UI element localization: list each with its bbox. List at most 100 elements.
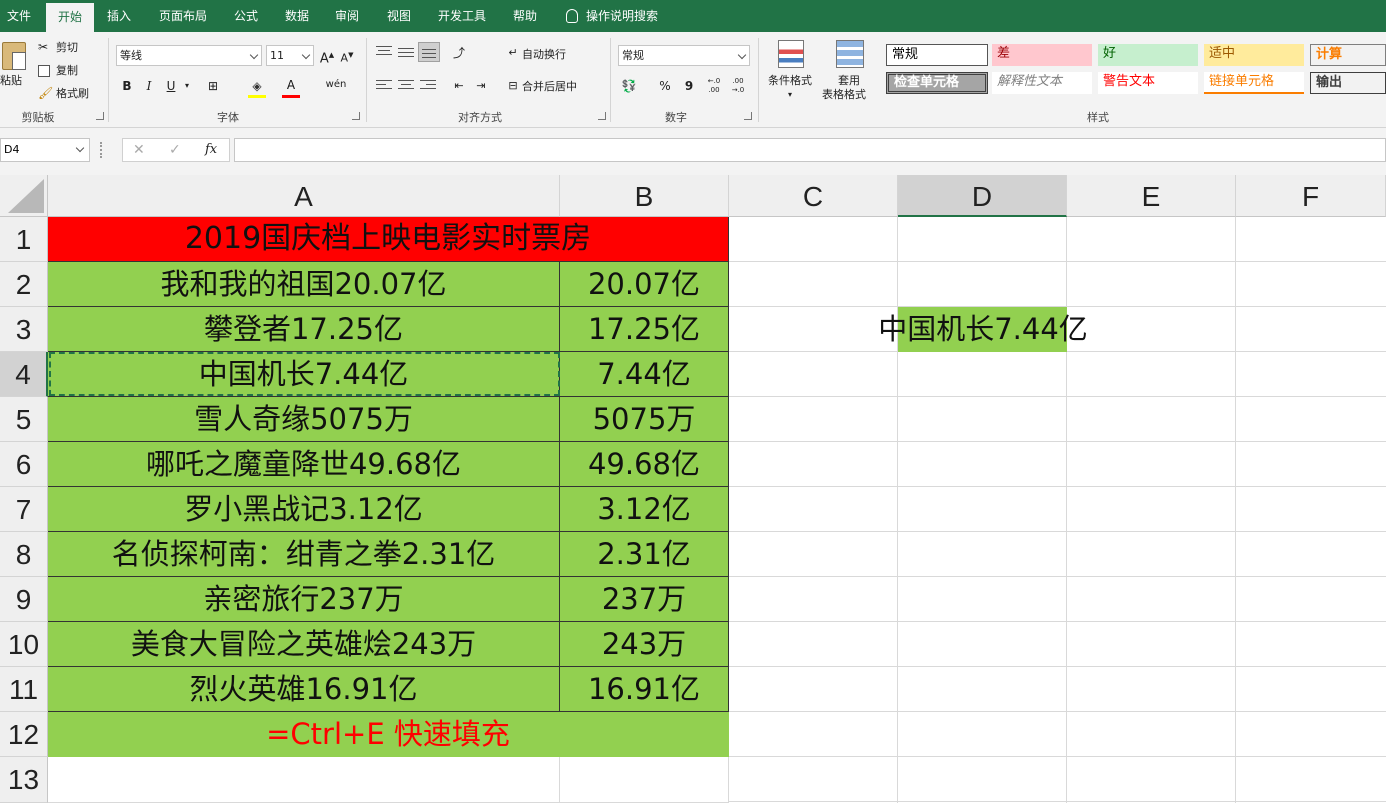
style-normal[interactable]: 常规 [886, 44, 988, 66]
align-center-icon[interactable] [398, 80, 414, 92]
cell-b9[interactable]: 237万 [560, 577, 729, 622]
cell-b13[interactable] [560, 757, 729, 803]
italic-button[interactable]: I [140, 77, 158, 95]
style-warning[interactable]: 警告文本 [1098, 72, 1198, 94]
cell-b4[interactable]: 7.44亿 [560, 352, 729, 397]
percent-button[interactable]: % [656, 77, 674, 95]
tell-me-search[interactable]: 操作说明搜索 [586, 0, 672, 32]
cell-b5[interactable]: 5075万 [560, 397, 729, 442]
row-header[interactable]: 10 [0, 622, 48, 667]
style-calculation[interactable]: 计算 [1310, 44, 1386, 66]
column-header-d[interactable]: D [898, 175, 1067, 217]
font-color-button[interactable]: A [282, 76, 300, 94]
column-header-e[interactable]: E [1067, 175, 1236, 217]
footer-cell[interactable]: =Ctrl+E 快速填充 [48, 712, 729, 757]
tab-file[interactable]: 文件 [0, 0, 38, 32]
row-header[interactable]: 12 [0, 712, 48, 757]
align-middle-icon[interactable] [398, 46, 414, 58]
wrap-text-button[interactable]: 自动换行 [522, 48, 566, 62]
bold-button[interactable]: B [118, 77, 136, 95]
formula-input[interactable] [234, 138, 1386, 162]
copy-button[interactable]: 复制 [38, 63, 98, 79]
cell-b6[interactable]: 49.68亿 [560, 442, 729, 487]
number-launcher-icon[interactable] [744, 112, 752, 120]
font-size-select[interactable]: 11 [266, 45, 314, 66]
column-header-c[interactable]: C [729, 175, 898, 217]
row-header[interactable]: 5 [0, 397, 48, 442]
conditional-format-button[interactable]: 条件格式 ▾ [762, 38, 820, 104]
style-explanatory[interactable]: 解释性文本 [992, 72, 1092, 94]
enter-icon[interactable]: ✓ [169, 143, 181, 157]
row-header[interactable]: 8 [0, 532, 48, 577]
tab-data[interactable]: 数据 [274, 0, 320, 32]
decrease-indent-icon[interactable]: ⇤ [450, 77, 468, 95]
font-name-select[interactable]: 等线 [116, 45, 262, 66]
style-output[interactable]: 输出 [1310, 72, 1386, 94]
cell-d3[interactable]: 中国机长7.44亿 [858, 307, 1108, 352]
style-bad[interactable]: 差 [992, 44, 1092, 66]
grow-font-icon[interactable]: A▲ [318, 46, 336, 66]
cell-b10[interactable]: 243万 [560, 622, 729, 667]
name-box[interactable]: D4 [0, 138, 90, 162]
column-header-a[interactable]: A [48, 175, 560, 217]
align-right-icon[interactable] [420, 80, 436, 92]
title-cell[interactable]: 2019国庆档上映电影实时票房 [48, 217, 729, 262]
comma-style-button[interactable]: 9 [680, 77, 698, 95]
cell-a2[interactable]: 我和我的祖国20.07亿 [48, 262, 560, 307]
cell-b2[interactable]: 20.07亿 [560, 262, 729, 307]
empty-cells[interactable] [729, 217, 1386, 803]
cell-b8[interactable]: 2.31亿 [560, 532, 729, 577]
insert-function-icon[interactable]: fx [205, 143, 217, 157]
cell-b3[interactable]: 17.25亿 [560, 307, 729, 352]
row-header[interactable]: 9 [0, 577, 48, 622]
style-neutral[interactable]: 适中 [1204, 44, 1304, 66]
cell-b11[interactable]: 16.91亿 [560, 667, 729, 712]
align-bottom-icon[interactable] [418, 42, 440, 62]
tab-formulas[interactable]: 公式 [224, 0, 268, 32]
fill-color-icon[interactable]: ◈ [248, 77, 266, 95]
row-header[interactable]: 13 [0, 757, 48, 803]
cut-button[interactable]: ✂ 剪切 [38, 40, 88, 56]
style-good[interactable]: 好 [1098, 44, 1198, 66]
paste-button[interactable]: 粘贴 [0, 38, 30, 102]
tab-insert[interactable]: 插入 [96, 0, 142, 32]
tab-home[interactable]: 开始 [46, 3, 94, 32]
merge-center-button[interactable]: 合并后居中 [522, 80, 577, 94]
cell-b7[interactable]: 3.12亿 [560, 487, 729, 532]
increase-indent-icon[interactable]: ⇥ [472, 77, 490, 95]
row-header[interactable]: 1 [0, 217, 48, 262]
borders-icon[interactable]: ⊞ [204, 77, 222, 95]
row-header[interactable]: 7 [0, 487, 48, 532]
cancel-icon[interactable]: ✕ [133, 143, 145, 157]
increase-decimal-button[interactable]: ←.0 .00 [704, 77, 724, 95]
cell-a9[interactable]: 亲密旅行237万 [48, 577, 560, 622]
row-header[interactable]: 11 [0, 667, 48, 712]
alignment-launcher-icon[interactable] [598, 112, 606, 120]
cell-a5[interactable]: 雪人奇缘5075万 [48, 397, 560, 442]
phonetic-guide-icon[interactable]: wén [324, 76, 348, 94]
orientation-icon[interactable]: ⤴ [450, 44, 468, 62]
tab-developer[interactable]: 开发工具 [428, 0, 496, 32]
cell-a4[interactable]: 中国机长7.44亿 [48, 352, 560, 397]
cell-a7[interactable]: 罗小黑战记3.12亿 [48, 487, 560, 532]
column-header-f[interactable]: F [1236, 175, 1386, 217]
row-header[interactable]: 6 [0, 442, 48, 487]
tab-review[interactable]: 审阅 [324, 0, 370, 32]
clipboard-launcher-icon[interactable] [96, 112, 104, 120]
shrink-font-icon[interactable]: A▼ [338, 46, 356, 65]
tab-page-layout[interactable]: 页面布局 [148, 0, 218, 32]
cell-a6[interactable]: 哪吒之魔童降世49.68亿 [48, 442, 560, 487]
align-top-icon[interactable] [376, 46, 392, 58]
style-check-cell[interactable]: 检查单元格 [886, 72, 988, 94]
chevron-down-icon[interactable]: ▾ [178, 77, 196, 95]
cell-a8[interactable]: 名侦探柯南：绀青之拳2.31亿 [48, 532, 560, 577]
row-header[interactable]: 4 [0, 352, 48, 397]
row-header[interactable]: 3 [0, 307, 48, 352]
decrease-decimal-button[interactable]: .00 →.0 [728, 77, 748, 95]
number-format-select[interactable]: 常规 [618, 45, 750, 66]
cell-a10[interactable]: 美食大冒险之英雄烩243万 [48, 622, 560, 667]
currency-icon[interactable]: 💱 [620, 77, 638, 95]
select-all-button[interactable] [0, 175, 48, 217]
cell-a3[interactable]: 攀登者17.25亿 [48, 307, 560, 352]
tab-help[interactable]: 帮助 [502, 0, 548, 32]
